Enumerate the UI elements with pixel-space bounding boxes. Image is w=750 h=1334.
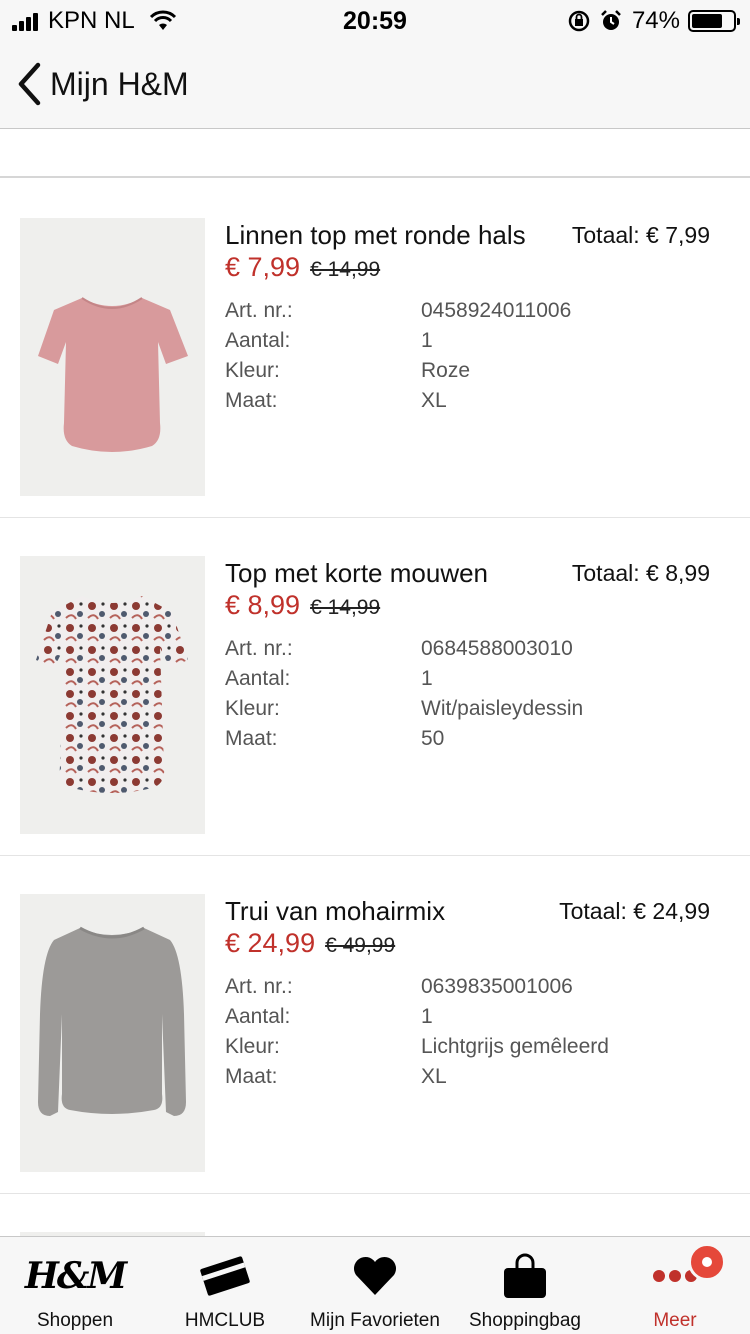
quantity-label: Aantal:	[225, 667, 291, 690]
size-label: Maat:	[225, 1065, 278, 1088]
size-value: XL	[421, 389, 447, 412]
back-button[interactable]: Mijn H&M	[16, 62, 189, 106]
alarm-icon	[601, 10, 621, 30]
size-label: Maat:	[225, 727, 278, 750]
product-total: Totaal: € 8,99	[571, 560, 710, 586]
sale-price: € 8,99	[225, 590, 301, 620]
product-name: Top met korte mouwen	[225, 558, 489, 588]
heart-icon	[352, 1251, 398, 1301]
color-value: Wit/paisleydessin	[421, 697, 584, 720]
battery-percentage: 74%	[631, 7, 680, 34]
tab-favorieten[interactable]: Mijn Favorieten	[300, 1237, 450, 1334]
list-item[interactable]: Linnen top met ronde hals Totaal: € 7,99…	[0, 180, 750, 518]
paisley-top-image	[20, 556, 205, 834]
article-label: Art. nr.:	[225, 299, 293, 322]
sale-price: € 7,99	[225, 252, 301, 282]
product-image-grey-sweater[interactable]	[20, 894, 205, 1172]
product-details: Art. nr.: 0639835001006 Aantal: 1 Kleur: Li…	[225, 972, 609, 1092]
product-details: Art. nr.: 0684588003010 Aantal: 1 Kleur: Wi…	[225, 634, 583, 754]
tab-bar: H&M Shoppen HMCLUB Mijn Favorieten Shopp…	[0, 1236, 750, 1334]
grey-sweater-image	[20, 894, 205, 1172]
color-value: Lichtgrijs gemêleerd	[421, 1035, 609, 1058]
battery-icon	[688, 10, 740, 32]
article-value: 0458924011006	[421, 299, 572, 322]
original-price: € 14,99	[310, 596, 381, 619]
bag-icon	[502, 1251, 548, 1301]
quantity-value: 1	[421, 329, 433, 352]
pink-tshirt-image	[20, 218, 205, 496]
list-item[interactable]: Top met korte mouwen Totaal: € 8,99 € 8,…	[0, 518, 750, 856]
article-value: 0639835001006	[421, 975, 573, 998]
color-value: Roze	[421, 359, 471, 382]
quantity-label: Aantal:	[225, 1005, 291, 1028]
product-image-pink-tshirt[interactable]	[20, 218, 205, 496]
orientation-lock-icon	[568, 10, 590, 32]
sale-price: € 24,99	[225, 928, 316, 958]
original-price: € 49,99	[325, 934, 396, 957]
status-right: 74%	[568, 7, 740, 35]
size-value: 50	[421, 727, 445, 750]
chevron-left-icon	[18, 62, 41, 106]
hm-logo-text: H&M	[24, 1255, 127, 1297]
product-name: Trui van mohairmix	[225, 896, 446, 926]
tab-meer[interactable]: Meer	[600, 1237, 750, 1334]
tab-hmclub[interactable]: HMCLUB	[150, 1237, 300, 1334]
tab-label: Mijn Favorieten	[310, 1310, 440, 1331]
notification-badge	[688, 1243, 726, 1281]
article-value: 0684588003010	[421, 637, 573, 660]
quantity-label: Aantal:	[225, 329, 291, 352]
tab-label: Shoppen	[36, 1310, 114, 1331]
product-total: Totaal: € 24,99	[559, 898, 710, 924]
size-value: XL	[421, 1065, 447, 1088]
tab-shoppingbag[interactable]: Shoppingbag	[450, 1237, 600, 1334]
color-label: Kleur:	[225, 359, 280, 382]
price-row: € 7,99 € 14,99	[225, 252, 380, 283]
article-label: Art. nr.:	[225, 637, 293, 660]
back-label: Mijn H&M	[50, 65, 189, 102]
original-price: € 14,99	[310, 258, 381, 281]
quantity-value: 1	[421, 667, 433, 690]
tab-label: Shoppingbag	[469, 1310, 581, 1331]
tab-label: HMCLUB	[184, 1310, 266, 1331]
card-icon	[199, 1251, 251, 1301]
product-total: Totaal: € 7,99	[571, 222, 710, 248]
screen: KPN NL 20:59 74% Mijn H&M Linnen top met…	[0, 0, 750, 1334]
product-image-paisley-top[interactable]	[20, 556, 205, 834]
status-bar: KPN NL 20:59 74%	[0, 0, 750, 42]
color-label: Kleur:	[225, 1035, 280, 1058]
navigation-bar: Mijn H&M	[0, 42, 750, 129]
tab-label: Meer	[653, 1310, 697, 1331]
tab-shoppen[interactable]: H&M Shoppen	[0, 1237, 150, 1334]
color-label: Kleur:	[225, 697, 280, 720]
product-details: Art. nr.: 0458924011006 Aantal: 1 Kleur: Ro…	[225, 296, 571, 416]
header-divider	[0, 130, 750, 178]
article-label: Art. nr.:	[225, 975, 293, 998]
size-label: Maat:	[225, 389, 278, 412]
price-row: € 24,99 € 49,99	[225, 928, 395, 959]
product-list: Linnen top met ronde hals Totaal: € 7,99…	[0, 180, 750, 1194]
list-item[interactable]: Trui van mohairmix Totaal: € 24,99 € 24,…	[0, 856, 750, 1194]
product-name: Linnen top met ronde hals	[225, 220, 526, 250]
price-row: € 8,99 € 14,99	[225, 590, 380, 621]
hm-logo-icon: H&M	[24, 1251, 127, 1301]
quantity-value: 1	[421, 1005, 433, 1028]
